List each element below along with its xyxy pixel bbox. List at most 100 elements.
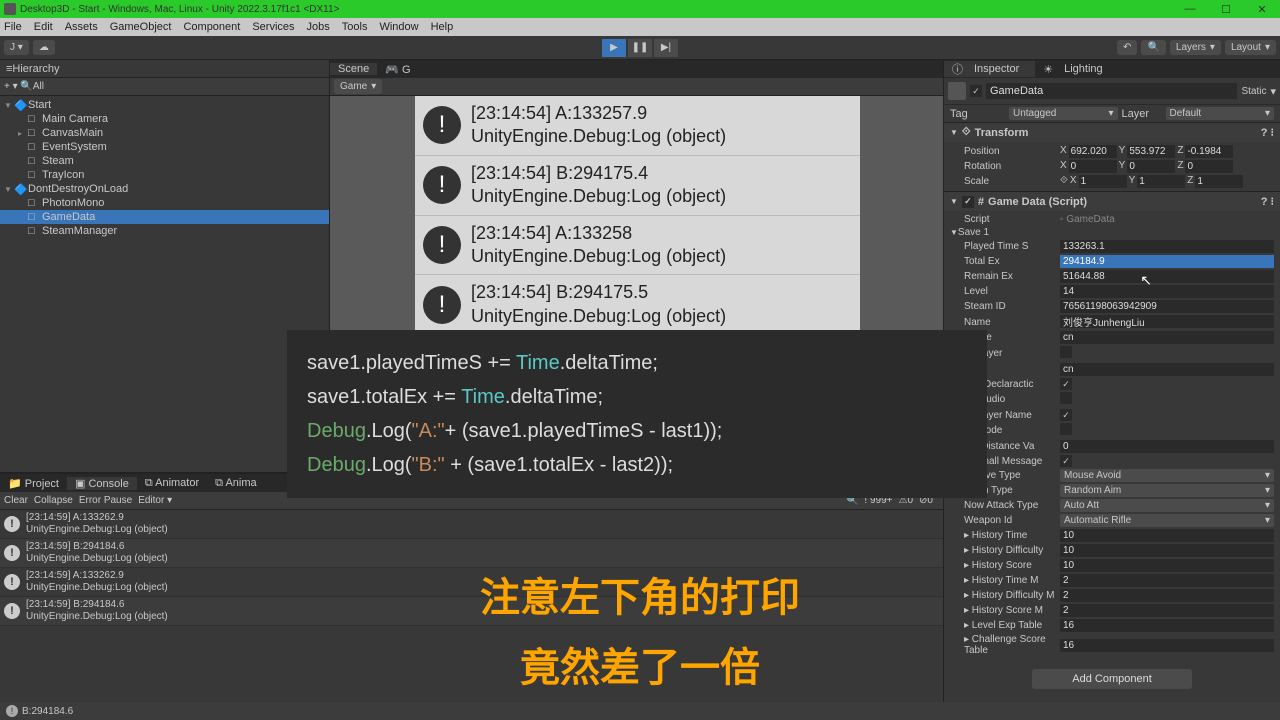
minimize-button[interactable]: — <box>1176 3 1204 16</box>
account-button[interactable]: J ▾ <box>4 40 29 55</box>
game-dropdown[interactable]: Game▾ <box>334 79 382 94</box>
tree-item-eventsystem[interactable]: □EventSystem <box>0 140 329 154</box>
prop-ble-audio: ble Audio <box>944 391 1280 408</box>
static-label[interactable]: Static <box>1241 86 1266 97</box>
close-button[interactable]: ✕ <box>1248 3 1276 16</box>
layers-dropdown[interactable]: Layers▾ <box>1170 40 1221 55</box>
lighting-tab[interactable]: ☀ Lighting <box>1035 63 1118 76</box>
tree-item-dontdestroyonload[interactable]: ▼🔷DontDestroyOnLoad <box>0 182 329 196</box>
pos-y[interactable] <box>1127 145 1175 158</box>
menu-gameobject[interactable]: GameObject <box>110 21 172 33</box>
undo-history-icon[interactable]: ↶ <box>1117 40 1137 55</box>
gamedata-header[interactable]: ▼✓ # Game Data (Script)? ⁝ <box>944 192 1280 211</box>
inspector-tab[interactable]: ⓘ Inspector <box>944 61 1035 77</box>
checkbox[interactable]: ✓ <box>1060 409 1072 421</box>
tab-animator[interactable]: ⧉ Animator <box>137 477 207 490</box>
menu-tools[interactable]: Tools <box>342 21 368 33</box>
prop-input[interactable] <box>1060 604 1274 617</box>
rot-x[interactable] <box>1069 160 1117 173</box>
scl-y[interactable] <box>1137 175 1185 188</box>
prop-input[interactable] <box>1060 440 1274 453</box>
prop-input[interactable] <box>1060 285 1274 298</box>
tree-item-gamedata[interactable]: □GameData <box>0 210 329 224</box>
pos-z[interactable] <box>1185 145 1233 158</box>
prop-input[interactable] <box>1060 619 1274 632</box>
tree-item-canvasmain[interactable]: ▸□CanvasMain <box>0 126 329 140</box>
console-log[interactable]: ![23:14:59] B:294184.6UnityEngine.Debug:… <box>0 539 943 568</box>
rot-y[interactable] <box>1127 160 1175 173</box>
dropdown[interactable]: Auto Att▾ <box>1060 499 1274 512</box>
prop-input[interactable] <box>1060 363 1274 376</box>
dropdown[interactable]: Random Aim▾ <box>1060 484 1274 497</box>
info-icon: ! <box>423 226 461 264</box>
checkbox[interactable]: ✓ <box>1060 455 1072 467</box>
prop-input[interactable] <box>1060 315 1274 328</box>
add-component-button[interactable]: Add Component <box>1032 669 1192 689</box>
layout-dropdown[interactable]: Layout▾ <box>1225 40 1276 55</box>
checkbox[interactable]: ✓ <box>1060 378 1072 390</box>
checkbox[interactable] <box>1060 423 1072 435</box>
prop-input[interactable] <box>1060 589 1274 602</box>
prop-input[interactable] <box>1060 300 1274 313</box>
menu-assets[interactable]: Assets <box>65 21 98 33</box>
tab-project[interactable]: 📁 Project <box>0 477 67 490</box>
tab-anima[interactable]: ⧉ Anima <box>207 477 264 490</box>
hierarchy-search[interactable]: + ▾ 🔍 All <box>0 78 329 96</box>
step-button[interactable]: ▶| <box>654 39 678 57</box>
dropdown[interactable]: Automatic Rifle▾ <box>1060 514 1274 527</box>
console-log[interactable]: ![23:14:59] A:133262.9UnityEngine.Debug:… <box>0 568 943 597</box>
prop-challenge-score-table: ▸ Challenge Score Table <box>944 633 1280 657</box>
prop-input[interactable] <box>1060 559 1274 572</box>
window-title: Desktop3D - Start - Windows, Mac, Linux … <box>20 4 339 15</box>
checkbox[interactable] <box>1060 346 1072 358</box>
pause-button[interactable]: ❚❚ <box>628 39 652 57</box>
game-tab[interactable]: 🎮 G <box>377 63 418 76</box>
hierarchy-tab[interactable]: ≡ Hierarchy <box>0 60 329 78</box>
prop-input[interactable] <box>1060 270 1274 283</box>
menu-edit[interactable]: Edit <box>34 21 53 33</box>
scl-z[interactable] <box>1195 175 1243 188</box>
cloud-button[interactable]: ☁ <box>33 40 55 55</box>
prop-input[interactable] <box>1060 529 1274 542</box>
menu-jobs[interactable]: Jobs <box>307 21 330 33</box>
console-clear[interactable]: Clear <box>4 495 28 506</box>
transform-header[interactable]: ▼⟐ Transform? ⁝ <box>944 123 1280 142</box>
scl-x[interactable] <box>1079 175 1127 188</box>
prop-input[interactable] <box>1060 574 1274 587</box>
scene-tab[interactable]: Scene <box>330 63 377 75</box>
menu-file[interactable]: File <box>4 21 22 33</box>
dropdown[interactable]: Mouse Avoid▾ <box>1060 469 1274 482</box>
menu-help[interactable]: Help <box>431 21 454 33</box>
tree-item-steam[interactable]: □Steam <box>0 154 329 168</box>
tree-item-start[interactable]: ▼🔷Start <box>0 98 329 112</box>
prop-input[interactable] <box>1060 240 1274 253</box>
prop-input[interactable] <box>1060 255 1274 268</box>
console-editor▾[interactable]: Editor ▾ <box>138 495 172 506</box>
prop-input[interactable] <box>1060 544 1274 557</box>
tag-dropdown[interactable]: Untagged▾ <box>1009 107 1118 120</box>
prop-input[interactable] <box>1060 331 1274 344</box>
rot-z[interactable] <box>1185 160 1233 173</box>
search-icon[interactable]: 🔍 <box>1141 40 1165 55</box>
console-log[interactable]: ![23:14:59] A:133262.9UnityEngine.Debug:… <box>0 510 943 539</box>
pos-x[interactable] <box>1069 145 1117 158</box>
checkbox[interactable] <box>1060 392 1072 404</box>
tab-console[interactable]: ▣ Console <box>67 477 137 490</box>
active-checkbox[interactable]: ✓ <box>970 85 982 97</box>
tree-item-trayicon[interactable]: □TrayIcon <box>0 168 329 182</box>
play-button[interactable]: ▶ <box>602 39 626 57</box>
maximize-button[interactable]: ☐ <box>1212 3 1240 16</box>
tree-item-photonmono[interactable]: □PhotonMono <box>0 196 329 210</box>
tree-item-maincamera[interactable]: □Main Camera <box>0 112 329 126</box>
object-name-input[interactable] <box>986 83 1237 99</box>
console-log[interactable]: ![23:14:59] B:294184.6UnityEngine.Debug:… <box>0 597 943 626</box>
layer-dropdown[interactable]: Default▾ <box>1166 107 1275 120</box>
console-errorpause[interactable]: Error Pause <box>79 495 132 506</box>
prop-input[interactable] <box>1060 639 1274 652</box>
menu-services[interactable]: Services <box>252 21 294 33</box>
menu-component[interactable]: Component <box>183 21 240 33</box>
console-collapse[interactable]: Collapse <box>34 495 73 506</box>
gameobject-icon[interactable] <box>948 82 966 100</box>
menu-window[interactable]: Window <box>379 21 418 33</box>
tree-item-steammanager[interactable]: □SteamManager <box>0 224 329 238</box>
